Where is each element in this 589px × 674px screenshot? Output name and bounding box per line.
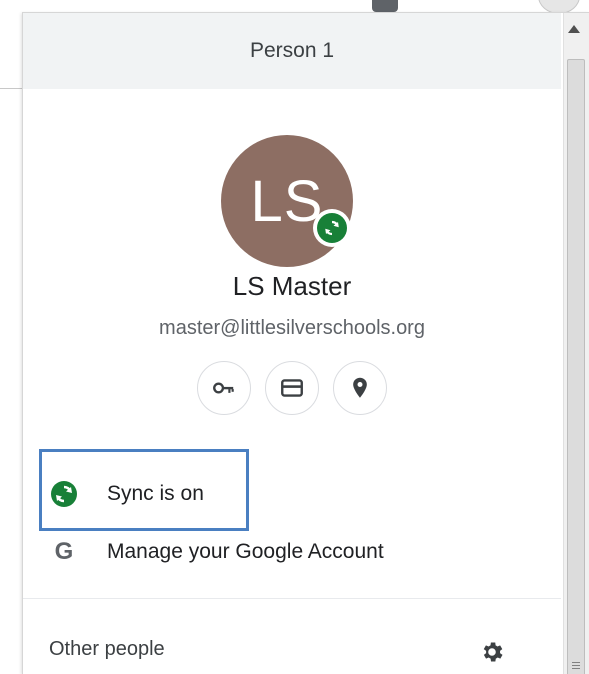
key-icon bbox=[213, 382, 234, 394]
manage-account-label: Manage your Google Account bbox=[107, 540, 384, 563]
profile-menu-header: Person 1 bbox=[23, 13, 561, 89]
scrollbar-grip bbox=[572, 662, 580, 663]
vertical-scrollbar[interactable] bbox=[563, 13, 589, 674]
scroll-up-arrow-icon[interactable] bbox=[568, 25, 580, 33]
scrollbar-grip bbox=[572, 665, 580, 666]
payment-card-icon bbox=[281, 379, 303, 397]
addresses-button[interactable] bbox=[333, 361, 387, 415]
google-g-icon: G bbox=[54, 538, 74, 565]
sync-status-label: Sync is on bbox=[107, 482, 204, 505]
quick-actions-row bbox=[23, 361, 561, 415]
location-pin-icon bbox=[353, 377, 367, 398]
scrollbar-thumb[interactable] bbox=[567, 59, 585, 674]
passwords-button[interactable] bbox=[197, 361, 251, 415]
profile-avatar: LS bbox=[221, 135, 353, 267]
other-people-label: Other people bbox=[49, 638, 165, 660]
profile-menu-title: Person 1 bbox=[249, 39, 335, 62]
scrollbar-grip bbox=[572, 668, 580, 669]
gear-icon[interactable] bbox=[479, 639, 505, 665]
sync-icon bbox=[317, 213, 347, 243]
manage-account-item[interactable]: G Manage your Google Account bbox=[49, 527, 384, 577]
sync-status-item[interactable]: Sync is on bbox=[49, 469, 204, 519]
section-divider bbox=[23, 598, 561, 599]
profile-menu-popup: Person 1 LS LS Master master@littlesilve… bbox=[22, 12, 589, 674]
profile-email: master@littlesilverschools.org bbox=[159, 317, 425, 339]
payment-methods-button[interactable] bbox=[265, 361, 319, 415]
toolbar-divider bbox=[0, 88, 22, 89]
sync-on-icon bbox=[49, 479, 79, 509]
toolbar-extension-icon[interactable] bbox=[372, 0, 398, 12]
sync-badge bbox=[313, 209, 351, 247]
profile-name: LS Master bbox=[232, 271, 352, 301]
